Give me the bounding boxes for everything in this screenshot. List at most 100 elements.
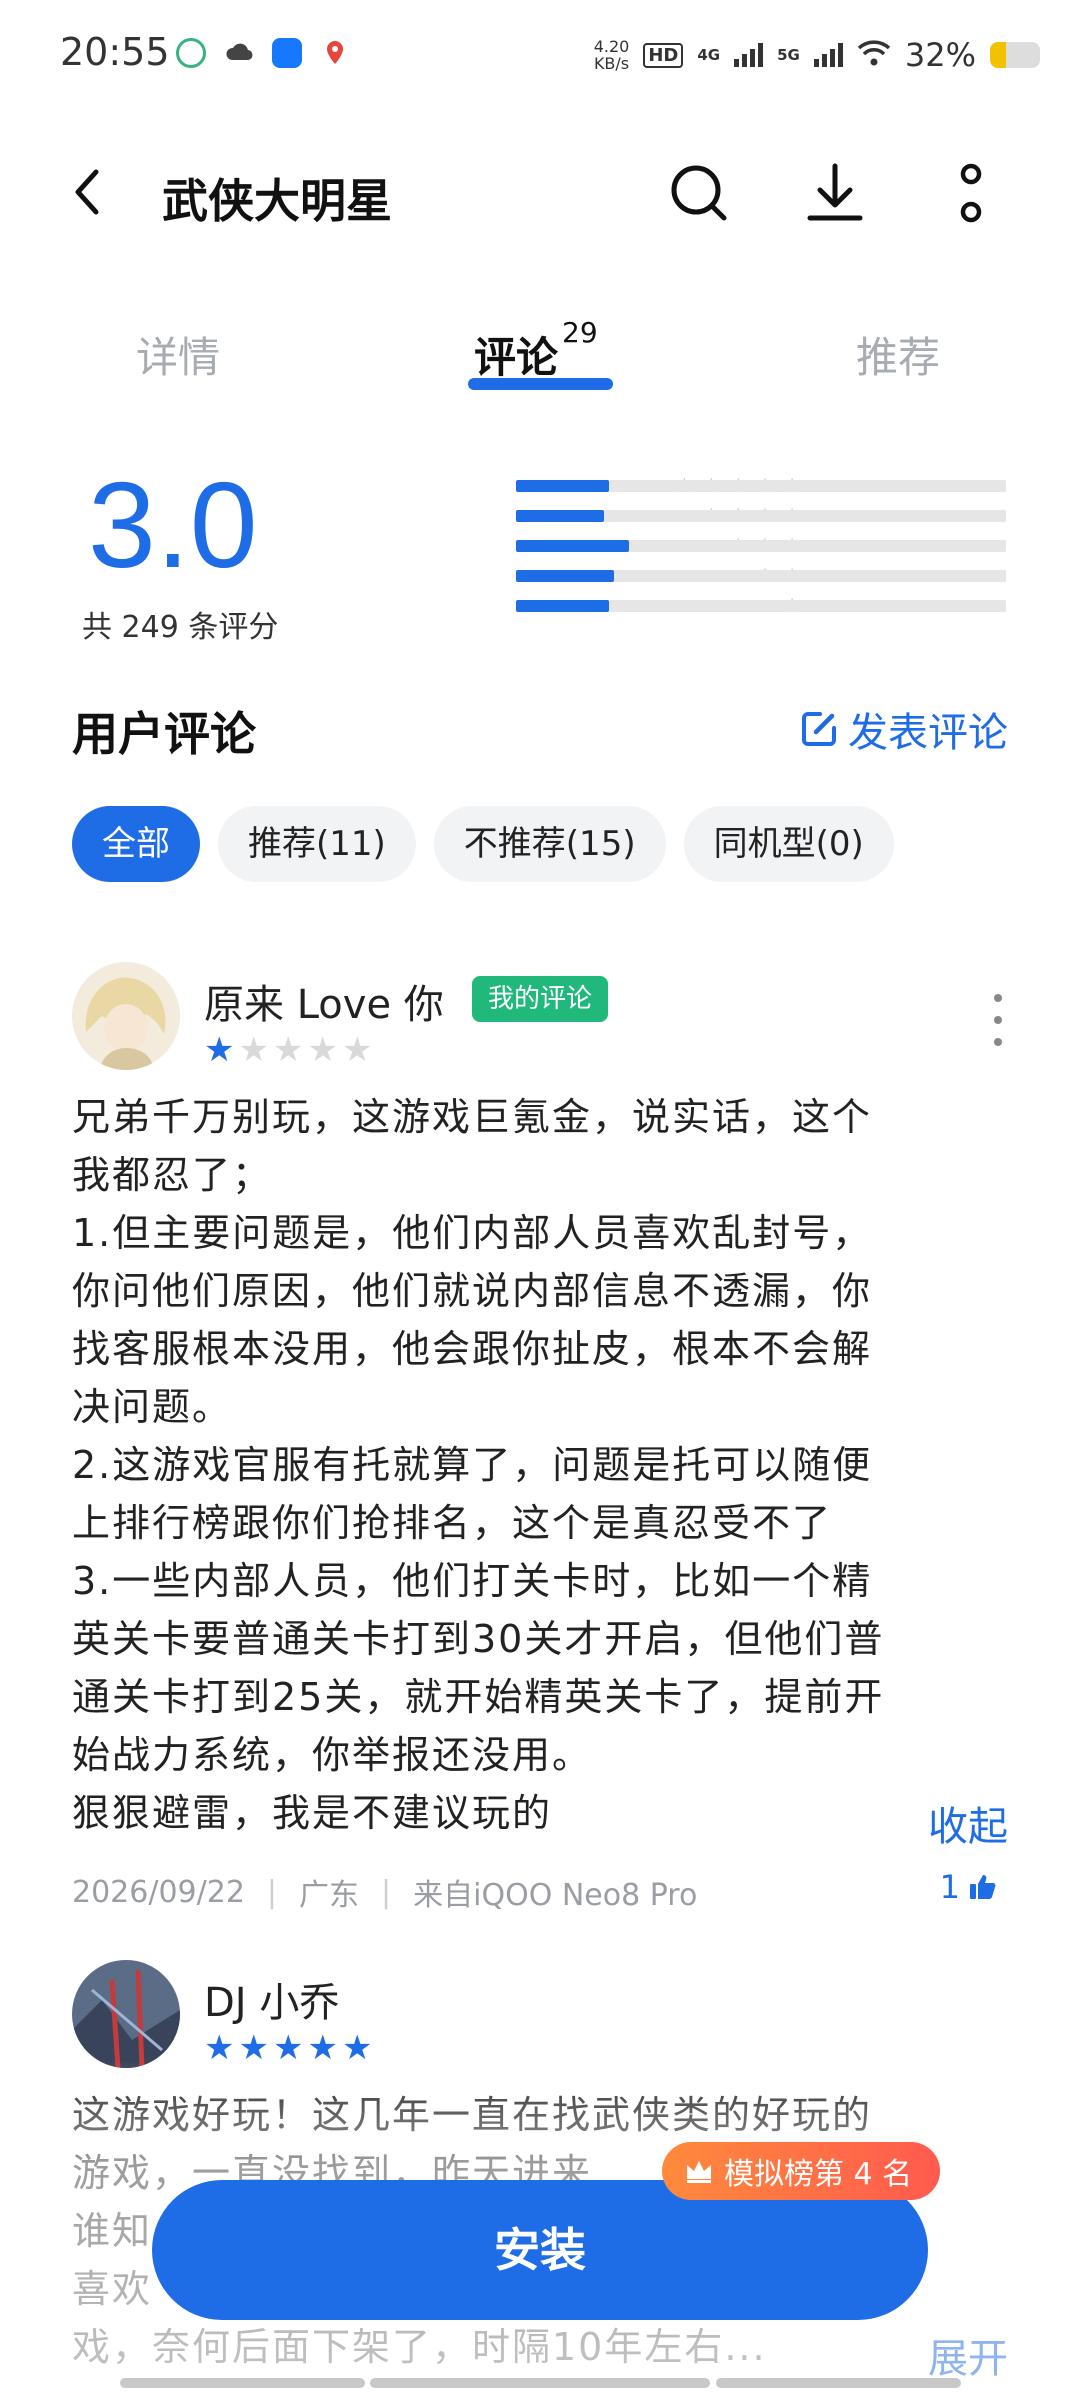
rating-distribution-row: ★★ [320, 560, 1020, 590]
tab-reviews[interactable]: 评论29 [474, 316, 598, 385]
filter-recommend[interactable]: 推荐(11) [218, 806, 416, 882]
reviewer-name: DJ 小乔 [204, 1980, 340, 2026]
rating-bar-track [516, 570, 1006, 582]
sim2-label: 5G [777, 46, 800, 64]
cloud-icon [224, 38, 254, 68]
signal-icon [734, 43, 764, 67]
star-empty-icon: ★ [272, 1030, 308, 1070]
rating-summary: 3.0 共 249 条评分 ★★★★★★★★★★★★★★★ [0, 460, 1080, 650]
write-review-label: 发表评论 [848, 710, 1008, 756]
net-speed: 4.20 KB/s [593, 37, 630, 73]
rating-bar-track [516, 480, 1006, 492]
tab-bar: 详情 评论29 推荐 [0, 310, 1080, 400]
write-review-button[interactable]: 发表评论 [798, 700, 1008, 758]
rating-bar-fill [516, 510, 605, 522]
rating-distribution-row: ★★★ [320, 530, 1020, 560]
review-filters: 全部 推荐(11) 不推荐(15) 同机型(0) [72, 806, 894, 882]
rating-distribution-row: ★★★★ [320, 500, 1020, 530]
review-text-line: 兄弟千万别玩，这游戏巨氪金，说实话，这个 [72, 1095, 873, 1139]
signal-icon [813, 43, 843, 67]
review-text-line: 上排行榜跟你们抢排名，这个是真忍受不了 [72, 1501, 833, 1545]
review-text-line: 2.这游戏官服有托就算了，问题是托可以随便 [72, 1443, 873, 1487]
separator: | [266, 1874, 278, 1910]
rating-distribution-row: ★★★★★ [320, 470, 1020, 500]
notification-icons [176, 38, 350, 68]
review-text-line: 英关卡要普通关卡打到30关才开启，但他们普 [72, 1617, 885, 1661]
review-text-line: 决问题。 [72, 1385, 233, 1429]
rating-bar-track [516, 600, 1006, 612]
review-text: 兄弟千万别玩，这游戏巨氪金，说实话，这个 我都忍了； 1.但主要问题是，他们内部人员… [72, 1088, 1008, 1842]
wifi-icon [857, 39, 891, 71]
more-options-icon[interactable] [936, 158, 1006, 228]
nav-indicator [716, 2378, 961, 2388]
review-meta: 2026/09/22 | 广东 | 来自iQOO Neo8 Pro [72, 1870, 697, 1914]
filter-not-recommend[interactable]: 不推荐(15) [433, 806, 666, 882]
filter-same-device[interactable]: 同机型(0) [683, 806, 894, 882]
rating-bar-fill [516, 480, 610, 492]
tab-recommend[interactable]: 推荐 [856, 324, 940, 385]
tab-active-indicator [468, 378, 613, 390]
edit-icon [802, 712, 836, 746]
review-text-line: 3.一些内部人员，他们打关卡时，比如一个精 [72, 1559, 873, 1603]
avatar[interactable] [72, 1960, 180, 2068]
star-filled-icon: ★ [204, 1030, 239, 1070]
review-region: 广东 [299, 1878, 360, 1913]
sim1-label: 4G [697, 46, 721, 64]
rating-distribution-row: ★ [320, 590, 1020, 620]
tab-reviews-label: 评论 [474, 333, 559, 382]
rating-bar-fill [516, 600, 610, 612]
rating-bar-fill [516, 540, 629, 552]
average-score: 3.0 [88, 457, 258, 593]
back-arrow-icon[interactable] [60, 162, 120, 222]
status-bar: 20:55 4.20 KB/s HD 4G 5G 32% [0, 0, 1080, 110]
page-title: 武侠大明星 [162, 174, 392, 228]
rank-badge[interactable]: 模拟榜第 4 名 [662, 2142, 941, 2200]
review-text-line: 狠狠避雷，我是不建议玩的 [72, 1791, 553, 1835]
rating-count: 共 249 条评分 [82, 610, 279, 645]
separator: | [381, 1874, 392, 1910]
nav-indicator [120, 2378, 365, 2388]
review-text-line: 通关卡打到25关，就开始精英关卡了，提前开 [72, 1675, 885, 1719]
rating-bar-fill [516, 570, 614, 582]
review-stars: ★★★★★ [204, 1032, 376, 1068]
review-text-line: 我都忍了； [72, 1153, 273, 1197]
filter-all[interactable]: 全部 [72, 806, 200, 882]
user-reviews-heading: 用户评论 [72, 707, 256, 761]
rating-bar-track [516, 540, 1006, 552]
review-date: 2026/09/22 [72, 1874, 245, 1910]
search-icon[interactable] [664, 158, 734, 228]
battery-icon [990, 42, 1040, 68]
tab-reviews-count: 29 [562, 316, 598, 349]
review-text-line: 1.但主要问题是，他们内部人员喜欢乱封号， [72, 1211, 873, 1255]
download-icon[interactable] [800, 158, 870, 228]
more-vertical-icon[interactable] [988, 992, 1008, 1048]
tab-details[interactable]: 详情 [136, 324, 220, 385]
app-notification-icon [176, 38, 206, 68]
rating-bar-track [516, 510, 1006, 522]
star-empty-icon: ★ [238, 1030, 273, 1070]
map-pin-icon [320, 38, 350, 68]
collapse-link[interactable]: 收起 [928, 1794, 1008, 1852]
expand-link[interactable]: 展开 [928, 2326, 1008, 2384]
nav-indicator [370, 2378, 710, 2388]
hd-badge: HD [643, 42, 684, 68]
rank-label: 模拟榜第 4 名 [724, 2157, 913, 2192]
alipay-icon [272, 38, 302, 68]
app-header: 武侠大明星 [0, 140, 1080, 250]
review-text-line: 找客服根本没用，他会跟你扯皮，根本不会解 [72, 1327, 873, 1371]
battery-percent: 32% [904, 36, 976, 74]
avatar[interactable] [72, 962, 180, 1070]
thumbs-up-icon [970, 1875, 996, 1899]
star-empty-icon: ★ [341, 1030, 377, 1070]
review-text-line: 你问他们原因，他们就说内部信息不透漏，你 [72, 1269, 873, 1313]
install-button[interactable]: 安装 [152, 2180, 928, 2320]
review-text-line: 始战力系统，你举报还没用。 [72, 1733, 593, 1777]
like-button[interactable]: 1 [940, 1868, 998, 1906]
review-device: 来自iQOO Neo8 Pro [413, 1878, 698, 1913]
like-count: 1 [939, 1868, 960, 1906]
crown-icon [687, 2161, 711, 2183]
status-time: 20:55 [60, 30, 170, 74]
review-item: 原来 Love 你 我的评论 ★★★★★ 兄弟千万别玩，这游戏巨氪金，说实话，这… [72, 962, 1008, 1922]
reviewer-name: 原来 Love 你 [204, 982, 444, 1028]
star-empty-icon: ★ [307, 1030, 342, 1070]
